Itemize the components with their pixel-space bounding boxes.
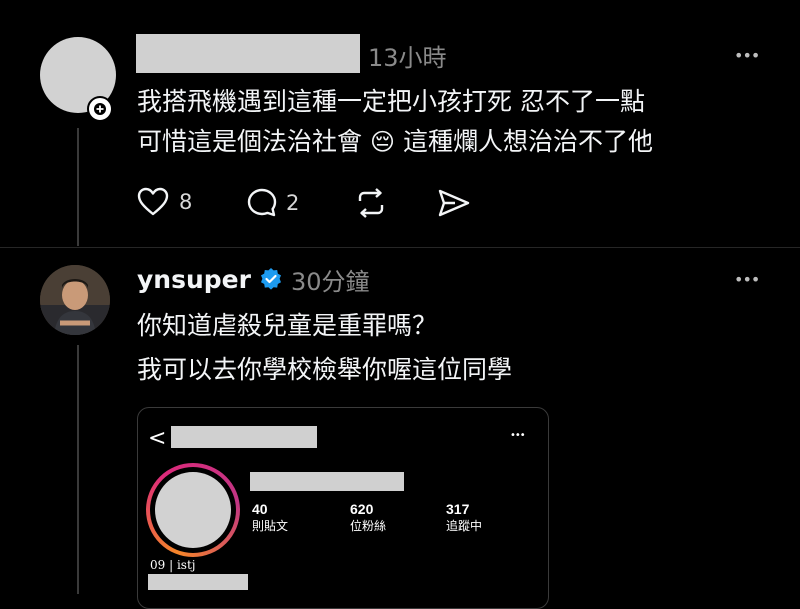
post2-text-line1: 你知道虐殺兒童是重罪嗎？ <box>137 311 438 340</box>
post2-avatar[interactable] <box>40 265 110 335</box>
post1-text-line2: 可惜這是個法治社會 😔 這種爛人想治治不了他 <box>137 122 653 162</box>
attached-image[interactable]: < ••• 40 則貼文 620 位粉絲 317 追蹤中 09 | istj <box>137 407 549 609</box>
comment-button[interactable]: 2 <box>246 187 299 219</box>
post1-text-part-a: 可惜這是個法治社會 <box>137 127 363 156</box>
comment-icon <box>247 188 277 217</box>
post2-text-line2: 我可以去你學校檢舉你喔這位同學 <box>137 355 513 384</box>
post1-timestamp: 13小時 <box>368 44 447 72</box>
stat-following[interactable]: 317 追蹤中 <box>446 501 482 534</box>
embed-bio: 09 | istj <box>150 558 196 572</box>
post2-more-icon[interactable]: ••• <box>734 270 760 289</box>
post1-text-part-b: 這種爛人想治治不了他 <box>402 127 653 156</box>
verified-icon <box>260 268 281 290</box>
story-ring[interactable] <box>146 463 240 557</box>
stat-posts-label: 則貼文 <box>252 519 289 533</box>
follow-badge-icon[interactable] <box>87 96 113 122</box>
comment-count: 2 <box>286 191 300 215</box>
share-button[interactable] <box>437 188 471 222</box>
repost-button[interactable] <box>354 186 388 224</box>
post1-more-icon[interactable]: ••• <box>734 46 760 65</box>
heart-icon <box>137 187 169 216</box>
stat-following-label: 追蹤中 <box>446 519 483 533</box>
post2-timestamp: 30分鐘 <box>290 267 370 296</box>
embed-username-redacted <box>171 426 317 448</box>
share-icon <box>438 189 470 217</box>
post1-username-redacted <box>136 34 360 73</box>
post1-text-line1: 我搭飛機遇到這種一定把小孩打死 忍不了一點 <box>137 87 645 116</box>
embed-bio-redacted <box>148 574 248 590</box>
embed-more-icon[interactable]: ••• <box>510 430 526 441</box>
stat-followers[interactable]: 620 位粉絲 <box>350 501 386 534</box>
thread-line <box>77 128 79 246</box>
pensive-emoji-icon: 😔 <box>369 128 395 156</box>
divider <box>0 247 800 248</box>
stat-following-value: 317 <box>446 501 470 517</box>
like-count: 8 <box>179 190 193 214</box>
thread-line-2 <box>77 345 79 594</box>
stat-followers-value: 620 <box>350 501 374 517</box>
back-icon[interactable]: < <box>148 426 166 451</box>
post2-header: ynsuper 30分鐘 <box>137 262 370 296</box>
repost-icon <box>358 188 384 218</box>
embed-avatar <box>155 472 231 548</box>
stat-posts[interactable]: 40 則貼文 <box>252 501 288 534</box>
like-button[interactable]: 8 <box>137 187 192 217</box>
post2-username[interactable]: ynsuper <box>137 265 251 294</box>
stat-posts-value: 40 <box>252 501 268 517</box>
stat-followers-label: 位粉絲 <box>350 519 387 533</box>
embed-name-redacted <box>250 472 404 491</box>
